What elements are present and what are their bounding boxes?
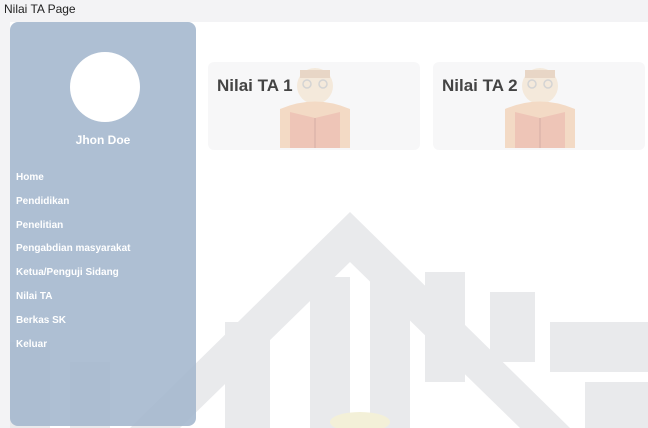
sidebar: Jhon Doe Home Pendidikan Penelitian Peng… <box>10 22 196 426</box>
sidebar-item-ketua-penguji-sidang[interactable]: Ketua/Penguji Sidang <box>16 265 131 289</box>
card-nilai-ta-1[interactable]: Nilai TA 1 <box>208 62 420 150</box>
sidebar-item-keluar[interactable]: Keluar <box>16 337 131 361</box>
sidebar-nav: Home Pendidikan Penelitian Pengabdian ma… <box>16 170 131 360</box>
card-title: Nilai TA 2 <box>442 76 518 95</box>
sidebar-item-berkas-sk[interactable]: Berkas SK <box>16 313 131 337</box>
page-title: Nilai TA Page <box>4 2 76 16</box>
card-title: Nilai TA 1 <box>217 76 293 95</box>
sidebar-item-nilai-ta[interactable]: Nilai TA <box>16 289 131 313</box>
avatar <box>70 52 140 122</box>
sidebar-item-pendidikan[interactable]: Pendidikan <box>16 194 131 218</box>
profile-name: Jhon Doe <box>75 133 131 147</box>
main-canvas: Jhon Doe Home Pendidikan Penelitian Peng… <box>10 22 648 428</box>
card-nilai-ta-2[interactable]: Nilai TA 2 <box>433 62 645 150</box>
sidebar-item-pengabdian-masyarakat[interactable]: Pengabdian masyarakat <box>16 241 131 265</box>
sidebar-item-home[interactable]: Home <box>16 170 131 194</box>
sidebar-item-penelitian[interactable]: Penelitian <box>16 218 131 242</box>
